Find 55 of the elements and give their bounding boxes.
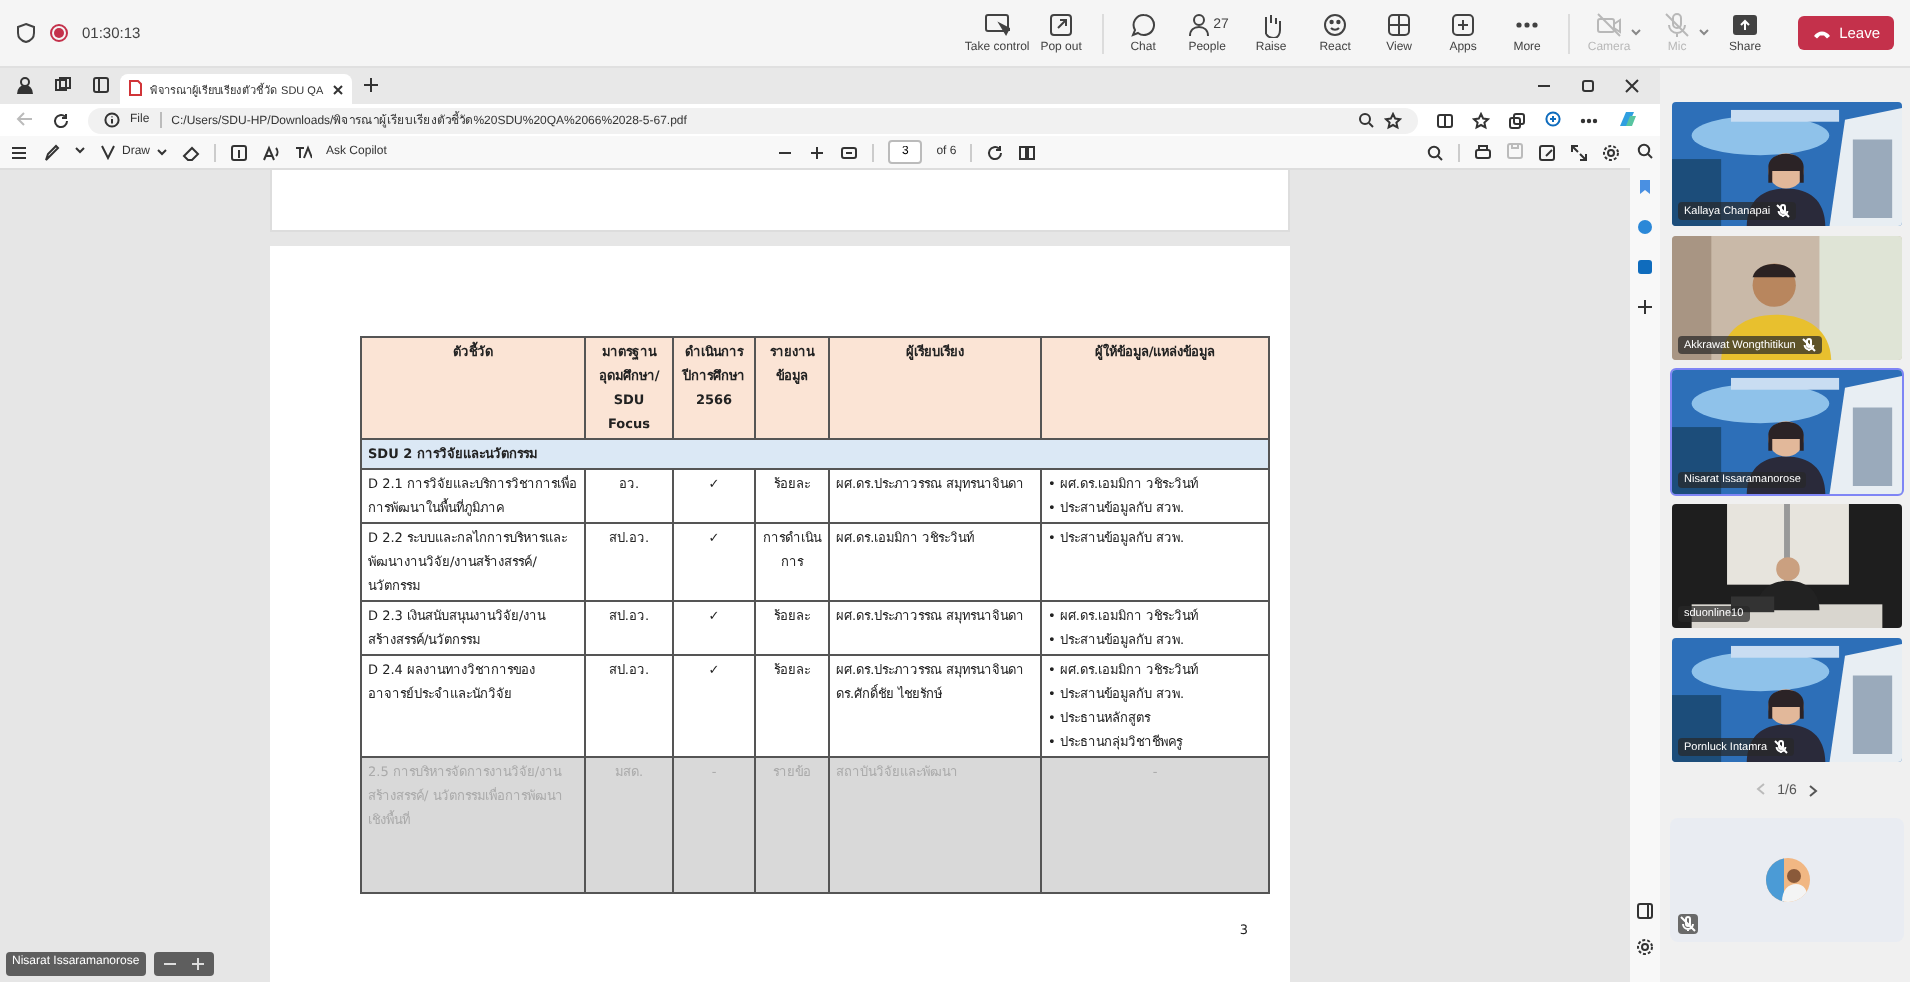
next-icon[interactable] (1808, 784, 1819, 798)
add-icon[interactable] (1636, 298, 1654, 316)
copilot-icon[interactable] (1616, 107, 1638, 129)
split-screen-icon[interactable] (1436, 111, 1454, 129)
monitor-cursor-icon[interactable] (984, 12, 1011, 38)
workspaces-icon[interactable] (54, 76, 72, 94)
print-icon[interactable] (1474, 143, 1493, 161)
phone-icon[interactable] (1811, 27, 1832, 39)
caret-icon[interactable] (74, 144, 86, 156)
close-icon[interactable] (331, 83, 344, 95)
search-icon[interactable] (1636, 142, 1654, 160)
caret-icon[interactable] (156, 146, 169, 158)
sidebar-icon[interactable] (1636, 902, 1654, 920)
pop-out-icon[interactable] (1048, 12, 1075, 38)
mic-off-icon (1801, 338, 1816, 352)
settings-icon[interactable] (1602, 143, 1621, 161)
app-icon[interactable] (1636, 218, 1654, 236)
save-as-icon[interactable] (1538, 143, 1557, 161)
rotate-icon[interactable] (986, 143, 1005, 161)
plus-icon[interactable] (1450, 12, 1477, 38)
fullscreen-icon[interactable] (1570, 143, 1589, 161)
highlight-icon[interactable] (42, 143, 60, 161)
chat-icon[interactable] (1130, 12, 1157, 38)
text-icon[interactable] (230, 143, 249, 161)
shield-icon (16, 22, 36, 44)
refresh-icon[interactable] (52, 111, 70, 129)
collections-icon[interactable] (1508, 111, 1526, 129)
search-icon[interactable] (1426, 143, 1445, 161)
bookmark-icon[interactable] (1636, 178, 1654, 196)
translate-icon[interactable] (294, 143, 313, 161)
share-icon[interactable] (1732, 12, 1759, 38)
eraser-icon[interactable] (182, 143, 201, 161)
mic-off-icon (1776, 204, 1791, 218)
extension-icon[interactable] (1544, 109, 1562, 127)
tab-actions-icon[interactable] (92, 76, 110, 94)
mic-off-icon (1773, 740, 1788, 754)
info-icon (104, 112, 120, 128)
settings-icon[interactable] (1636, 938, 1654, 956)
page-view-icon[interactable] (1018, 143, 1037, 161)
restore-icon[interactable] (1580, 78, 1596, 94)
favorites-icon[interactable] (1472, 111, 1490, 129)
pdf-icon (128, 79, 142, 95)
close-icon[interactable] (1624, 78, 1640, 94)
new-tab-icon[interactable] (361, 76, 380, 94)
fit-page-icon[interactable] (840, 143, 859, 161)
people-icon[interactable] (1185, 12, 1212, 38)
zoom-icon[interactable] (1358, 112, 1374, 128)
grid-icon[interactable] (1386, 12, 1413, 38)
profile-icon[interactable] (16, 76, 34, 94)
smiley-icon[interactable] (1322, 12, 1349, 38)
contents-icon[interactable] (10, 143, 28, 161)
favorite-icon[interactable] (1384, 111, 1402, 129)
read-aloud-icon[interactable] (262, 143, 281, 161)
outlook-icon[interactable] (1636, 258, 1654, 276)
zoom-in-icon[interactable] (808, 143, 827, 161)
